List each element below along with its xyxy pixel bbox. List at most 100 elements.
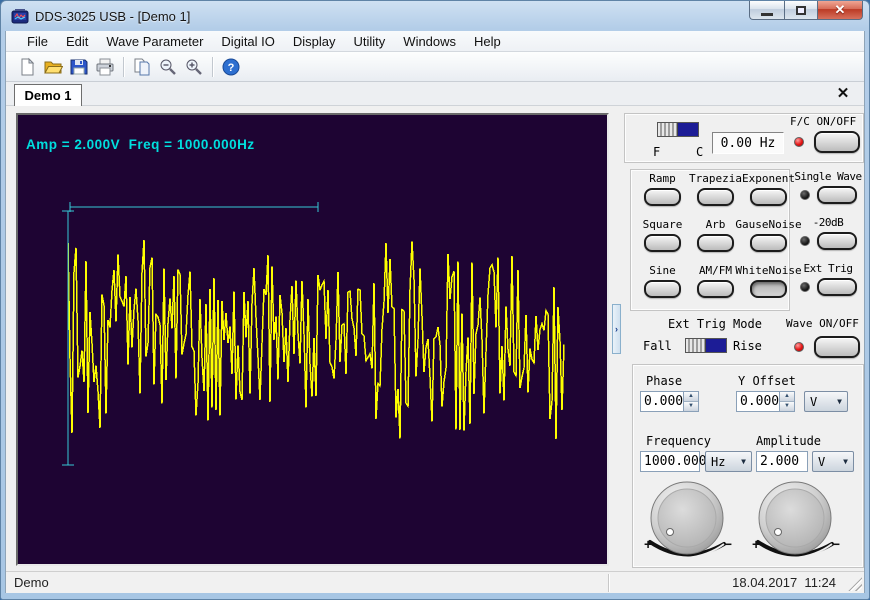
statusbar: Demo 18.04.2017 11:24	[6, 571, 864, 593]
frequency-unit-dropdown[interactable]: Hz ▼	[705, 451, 752, 472]
tab-close-button[interactable]: ✕	[834, 84, 852, 102]
minimize-button[interactable]	[749, 1, 784, 20]
amplitude-unit-dropdown[interactable]: V ▼	[812, 451, 854, 472]
chevron-down-icon: ▼	[837, 457, 848, 466]
wave-label-arb: Arb	[706, 218, 726, 231]
single-wave-button[interactable]	[817, 186, 857, 204]
menu-item-display[interactable]: Display	[284, 31, 345, 51]
spin-up-icon[interactable]: ▲	[780, 392, 794, 402]
wave-button-trapezia[interactable]	[697, 188, 734, 206]
close-icon: ✕	[835, 2, 846, 18]
minus20db-label: -20dB	[813, 216, 844, 229]
waveform-annotation: Amp = 2.000V Freq = 1000.000Hz	[26, 137, 255, 152]
splitter-handle[interactable]: ›	[612, 304, 621, 354]
wave-label-trapezia: Trapezia	[689, 172, 742, 185]
chevron-down-icon: ▼	[831, 397, 842, 406]
menu-item-edit[interactable]: Edit	[57, 31, 97, 51]
y-offset-input[interactable]: 0.000	[736, 391, 780, 412]
menu-item-digital-io[interactable]: Digital IO	[212, 31, 283, 51]
open-button[interactable]	[40, 55, 66, 79]
menu-item-utility[interactable]: Utility	[345, 31, 395, 51]
save-button[interactable]	[66, 55, 92, 79]
save-icon	[69, 57, 89, 77]
toolbar-separator	[212, 57, 213, 77]
frequency-unit: Hz	[711, 455, 725, 469]
fc-label-f: F	[653, 145, 660, 159]
amplitude-knob[interactable]: + −	[744, 478, 844, 566]
zoom-out-button[interactable]	[155, 55, 181, 79]
toolbar-separator	[123, 57, 124, 77]
amplitude-unit: V	[818, 455, 825, 469]
menu-item-file[interactable]: File	[18, 31, 57, 51]
print-button[interactable]	[92, 55, 118, 79]
menu-item-wave-parameter[interactable]: Wave Parameter	[97, 31, 212, 51]
phase-spinner[interactable]: ▲ ▼	[684, 391, 699, 412]
window-title: DDS-3025 USB - [Demo 1]	[35, 9, 190, 24]
amplitude-input[interactable]: 2.000	[756, 451, 808, 472]
zoom-in-button[interactable]	[181, 55, 207, 79]
spin-down-icon[interactable]: ▼	[780, 402, 794, 411]
new-file-button[interactable]	[14, 55, 40, 79]
wave-onoff-button[interactable]	[814, 336, 860, 358]
wave-button-exponent[interactable]	[750, 188, 787, 206]
tab-demo1[interactable]: Demo 1	[14, 84, 82, 106]
single-wave-label: Single Wave	[794, 170, 861, 183]
knob-plus-label: +	[752, 536, 760, 552]
fc-led	[794, 137, 804, 147]
waveform-trace	[18, 115, 607, 564]
printer-icon	[95, 57, 115, 77]
fc-label-c: C	[696, 145, 703, 159]
phase-input[interactable]: 0.000	[640, 391, 684, 412]
fc-toggle[interactable]	[657, 122, 699, 137]
y-offset-unit-dropdown[interactable]: V ▼	[804, 391, 848, 412]
fc-onoff-label: F/C ON/OFF	[790, 115, 856, 128]
wave-button-square[interactable]	[644, 234, 681, 252]
wave-button-whitenoise[interactable]	[750, 280, 787, 298]
wave-onoff-label: Wave ON/OFF	[786, 317, 859, 330]
menubar: File Edit Wave Parameter Digital IO Disp…	[6, 31, 864, 52]
spin-up-icon[interactable]: ▲	[684, 392, 698, 402]
single-wave-led	[800, 190, 810, 200]
tab-label: Demo 1	[25, 88, 72, 103]
fall-label: Fall	[643, 339, 672, 353]
fc-onoff-button[interactable]	[814, 131, 860, 153]
copy-button[interactable]	[129, 55, 155, 79]
knob-minus-label: −	[832, 536, 840, 552]
waveform-display: Amp = 2.000V Freq = 1000.000Hz	[16, 113, 609, 566]
maximize-button[interactable]	[784, 1, 817, 20]
frequency-knob[interactable]: + −	[636, 478, 736, 566]
frequency-readout: 0.00 Hz	[712, 132, 784, 154]
zoom-in-icon	[184, 57, 204, 77]
ext-trig-button[interactable]	[817, 278, 857, 296]
wave-label-ramp: Ramp	[649, 172, 676, 185]
y-offset-unit: V	[810, 395, 817, 409]
frequency-input[interactable]: 1000.000	[640, 451, 700, 472]
spin-down-icon[interactable]: ▼	[684, 402, 698, 411]
wave-button-ramp[interactable]	[644, 188, 681, 206]
menu-item-windows[interactable]: Windows	[394, 31, 465, 51]
trig-slope-toggle[interactable]	[685, 338, 727, 353]
help-icon: ?	[221, 57, 241, 77]
resize-grip[interactable]	[848, 577, 862, 591]
wave-button-gausenoise[interactable]	[750, 234, 787, 252]
toolbar: ?	[6, 52, 864, 82]
y-offset-spinner[interactable]: ▲ ▼	[780, 391, 795, 412]
menu-item-help[interactable]: Help	[465, 31, 510, 51]
knob-icon	[636, 478, 736, 566]
close-button[interactable]: ✕	[817, 1, 863, 20]
wave-label-exponent: Exponent	[742, 172, 795, 185]
minus20db-button[interactable]	[817, 232, 857, 250]
wave-button-amfm[interactable]	[697, 280, 734, 298]
main-area: Amp = 2.000V Freq = 1000.000Hz › F C 0.0…	[6, 106, 864, 571]
window-frame: DDS-3025 USB - [Demo 1] ✕ File Edit Wave…	[0, 0, 870, 600]
app-icon	[11, 8, 29, 24]
side-button-column: Single Wave -20dB Ext Trig	[792, 170, 864, 308]
wave-led	[794, 342, 804, 352]
wave-button-sine[interactable]	[644, 280, 681, 298]
svg-text:?: ?	[228, 62, 235, 74]
wave-button-arb[interactable]	[697, 234, 734, 252]
wave-label-amfm: AM/FM	[699, 264, 732, 277]
new-file-icon	[17, 57, 37, 77]
minimize-icon	[761, 13, 773, 16]
help-button[interactable]: ?	[218, 55, 244, 79]
